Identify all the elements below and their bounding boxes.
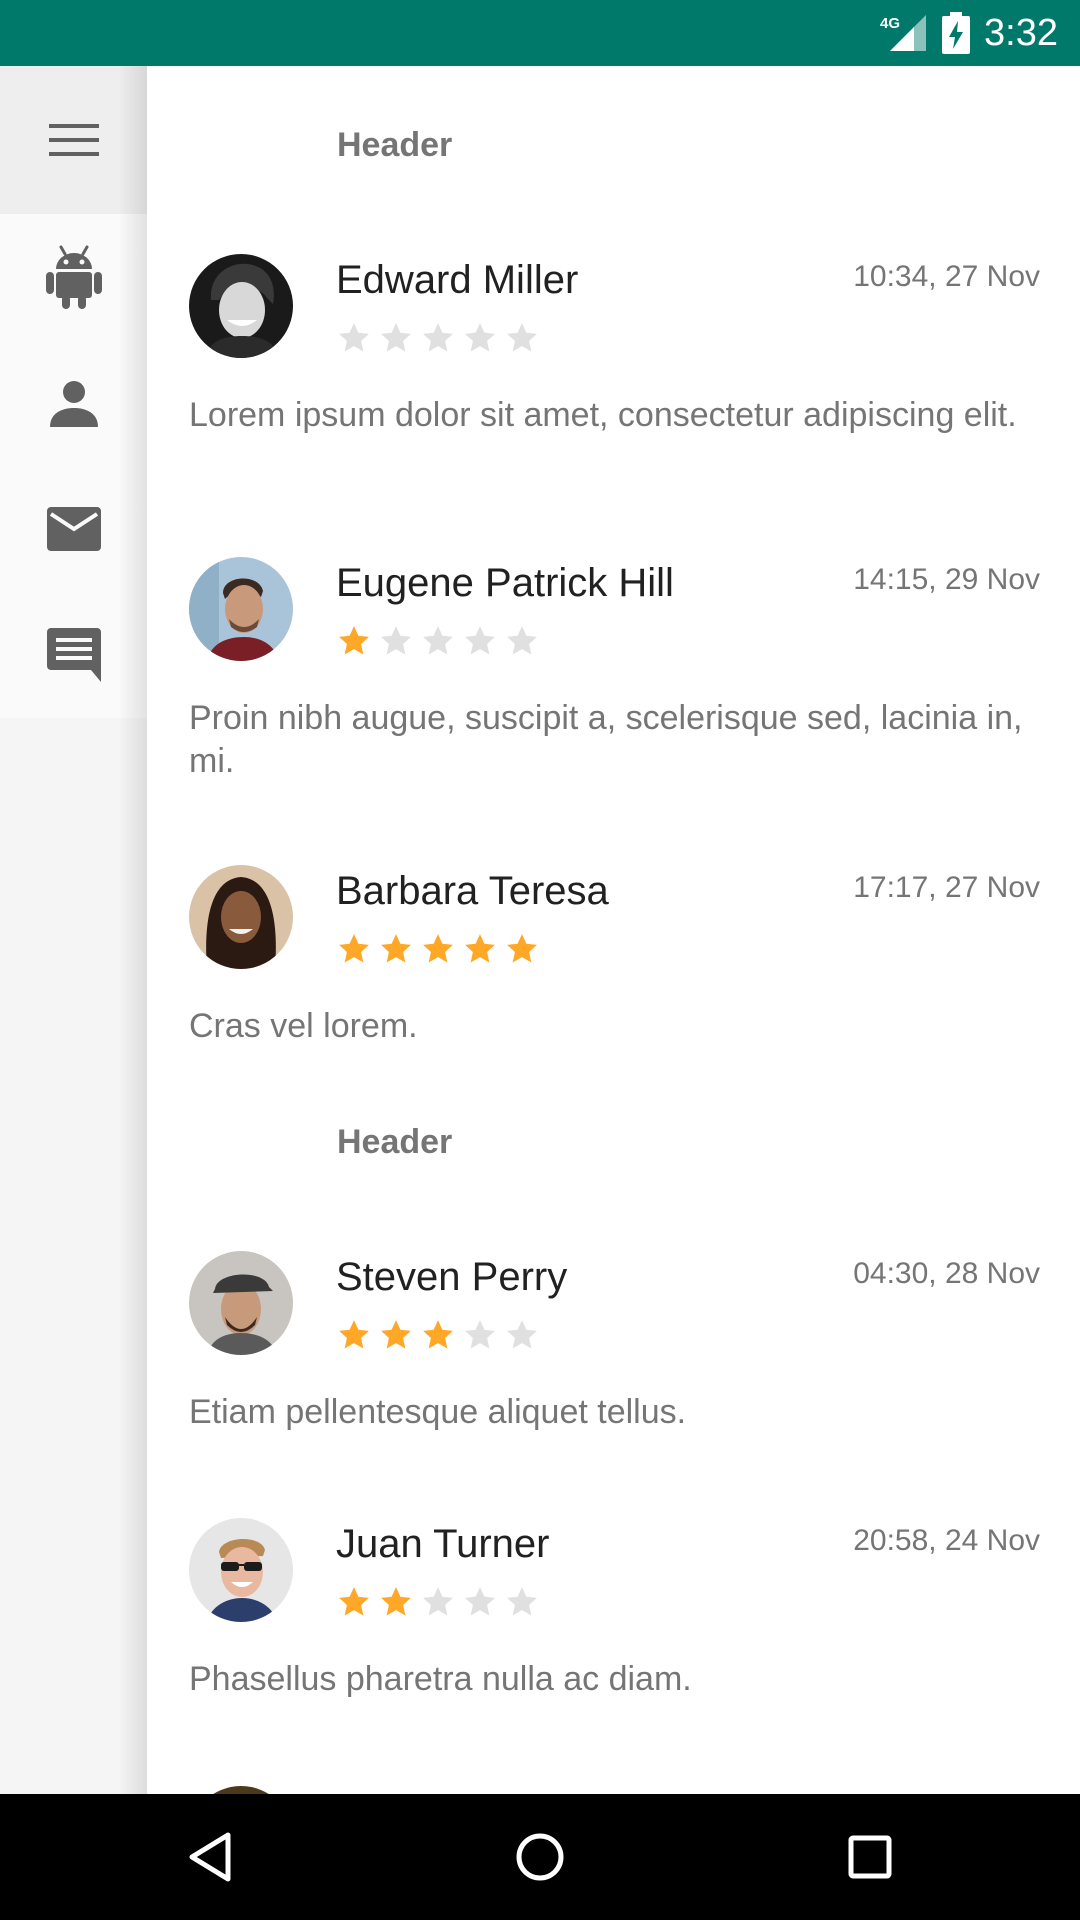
system-navigation-bar xyxy=(0,1794,1080,1920)
reviewer-name: Barbara Teresa xyxy=(336,869,609,913)
reviewer-name: Edward Miller xyxy=(336,258,579,302)
star-filled-icon xyxy=(381,1587,411,1616)
star-empty-icon xyxy=(381,626,411,655)
review-message: Phasellus pharetra nulla ac diam. xyxy=(189,1660,692,1698)
status-time: 3:32 xyxy=(984,11,1058,54)
avatar xyxy=(189,254,293,358)
android-icon xyxy=(45,245,102,309)
star-empty-icon xyxy=(465,1587,495,1616)
star-rating xyxy=(337,932,539,966)
home-button[interactable] xyxy=(460,1794,620,1920)
star-empty-icon xyxy=(423,1587,453,1616)
reviewer-name: Juan Turner xyxy=(336,1522,550,1566)
list-item[interactable]: Eugene Patrick Hill 14:15, 29 Nov Proin … xyxy=(147,557,1080,817)
reviewer-name: Eugene Patrick Hill xyxy=(336,561,674,605)
review-message: Etiam pellentesque aliquet tellus. xyxy=(189,1393,687,1431)
back-button[interactable] xyxy=(130,1794,290,1920)
list-item[interactable]: Barbara Teresa 17:17, 27 Nov Cras vel lo… xyxy=(147,865,1080,1065)
star-empty-icon xyxy=(507,1587,537,1616)
star-rating xyxy=(337,1318,539,1352)
star-filled-icon xyxy=(423,934,453,963)
network-type-label: 4G xyxy=(880,15,900,32)
review-time: 10:34, 27 Nov xyxy=(853,260,1040,293)
star-empty-icon xyxy=(423,626,453,655)
review-list[interactable]: Header Edward Miller 10:34, 27 Nov Lorem… xyxy=(147,66,1080,1794)
recents-icon xyxy=(848,1835,892,1879)
review-time: 14:15, 29 Nov xyxy=(853,563,1040,596)
star-empty-icon xyxy=(465,323,495,352)
section-header: Header xyxy=(337,1123,453,1161)
status-icons: 4G 3:32 xyxy=(878,0,1058,66)
star-empty-icon xyxy=(507,323,537,352)
star-filled-icon xyxy=(339,934,369,963)
star-filled-icon xyxy=(381,934,411,963)
star-filled-icon xyxy=(381,1320,411,1349)
star-empty-icon xyxy=(423,323,453,352)
star-empty-icon xyxy=(465,1320,495,1349)
star-rating xyxy=(337,321,539,355)
recents-button[interactable] xyxy=(790,1794,950,1920)
rail-shadow xyxy=(118,66,148,1794)
menu-icon xyxy=(48,124,99,156)
avatar xyxy=(189,865,293,969)
list-item[interactable]: Steven Perry 04:30, 28 Nov Etiam pellent… xyxy=(147,1251,1080,1451)
star-empty-icon xyxy=(465,626,495,655)
home-icon xyxy=(516,1833,564,1881)
avatar xyxy=(189,1518,293,1622)
star-filled-icon xyxy=(339,626,369,655)
avatar xyxy=(189,1786,293,1794)
review-time: 20:58, 24 Nov xyxy=(853,1524,1040,1557)
list-item[interactable]: Juan Turner 20:58, 24 Nov Phasellus phar… xyxy=(147,1518,1080,1718)
star-rating xyxy=(337,624,539,658)
star-empty-icon xyxy=(507,626,537,655)
star-filled-icon xyxy=(339,1587,369,1616)
review-time: 17:17, 27 Nov xyxy=(853,871,1040,904)
message-icon xyxy=(46,628,101,682)
star-filled-icon xyxy=(507,934,537,963)
review-message: Cras vel lorem. xyxy=(189,1007,418,1045)
battery-charging-icon xyxy=(942,12,971,54)
reviewer-name: Steven Perry xyxy=(336,1255,568,1299)
review-message: Proin nibh augue, suscipit a, scelerisqu… xyxy=(189,699,1023,780)
back-icon xyxy=(189,1832,231,1882)
person-icon xyxy=(49,381,98,427)
star-empty-icon xyxy=(507,1320,537,1349)
star-rating xyxy=(337,1585,539,1619)
avatar xyxy=(189,1251,293,1355)
star-empty-icon xyxy=(381,323,411,352)
avatar xyxy=(189,557,293,661)
section-header: Header xyxy=(337,126,453,164)
star-filled-icon xyxy=(465,934,495,963)
status-bar: 4G 3:32 xyxy=(0,0,1080,66)
star-empty-icon xyxy=(339,323,369,352)
star-filled-icon xyxy=(423,1320,453,1349)
review-time: 04:30, 28 Nov xyxy=(853,1257,1040,1290)
mail-icon xyxy=(46,507,101,551)
star-filled-icon xyxy=(339,1320,369,1349)
list-item[interactable]: Edward Miller 10:34, 27 Nov Lorem ipsum … xyxy=(147,254,1080,514)
signal-icon: 4G xyxy=(880,15,927,51)
review-message: Lorem ipsum dolor sit amet, consectetur … xyxy=(189,396,1017,434)
